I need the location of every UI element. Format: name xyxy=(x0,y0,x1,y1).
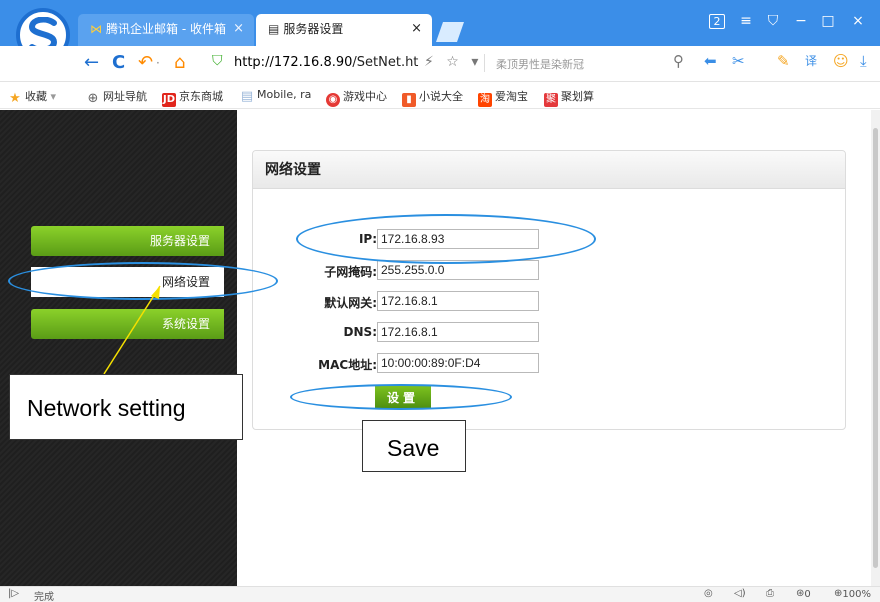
status-bar: |▷ 完成 ◎ ◁) ⎙ ⊛ 0 ⊕ 100% xyxy=(0,586,880,602)
sound-icon[interactable]: ◁) xyxy=(734,588,746,599)
security-icon[interactable]: ◎ xyxy=(704,588,713,599)
network-setting-callout: Network setting xyxy=(9,374,243,440)
annotation-arrow xyxy=(103,285,161,375)
ad-block-count[interactable]: ⊛ 0 xyxy=(796,588,811,600)
status-text: 完成 xyxy=(34,592,54,602)
print-icon[interactable]: ⎙ xyxy=(766,588,774,599)
save-callout: Save xyxy=(362,420,466,472)
sidebar-toggle-icon[interactable]: |▷ xyxy=(8,588,19,599)
zoom-level[interactable]: ⊕ 100% xyxy=(834,588,871,600)
